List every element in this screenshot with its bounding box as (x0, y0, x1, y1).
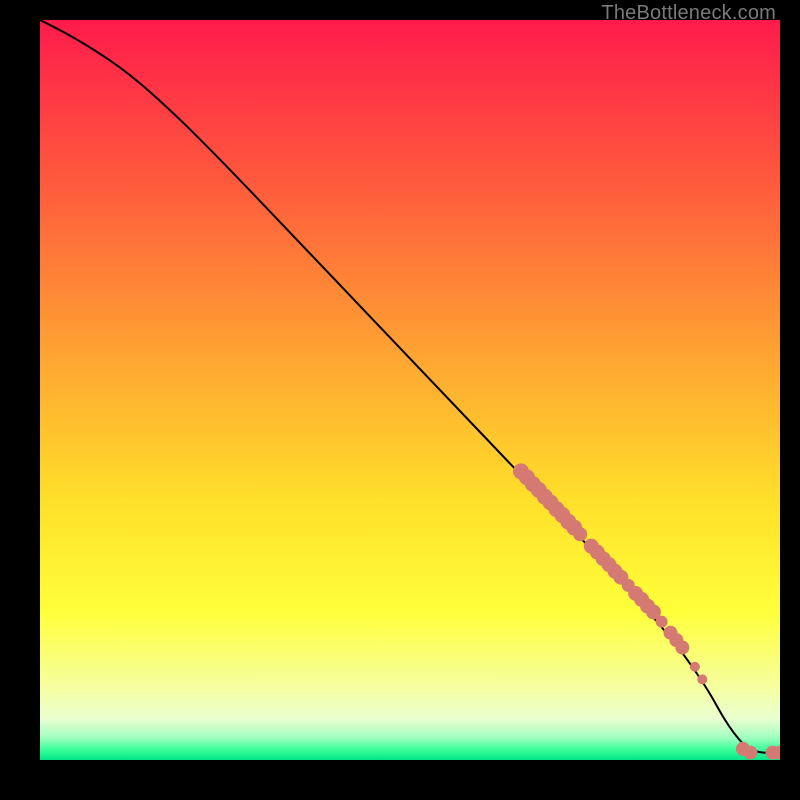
plot-svg (40, 20, 780, 760)
data-point (697, 674, 707, 684)
chart-container: TheBottleneck.com (0, 0, 800, 800)
gradient-background (40, 20, 780, 760)
plot-area (40, 20, 780, 760)
data-point (656, 616, 668, 628)
data-point (675, 641, 689, 655)
data-point (690, 662, 700, 672)
data-point (573, 527, 587, 541)
data-point (743, 746, 757, 760)
